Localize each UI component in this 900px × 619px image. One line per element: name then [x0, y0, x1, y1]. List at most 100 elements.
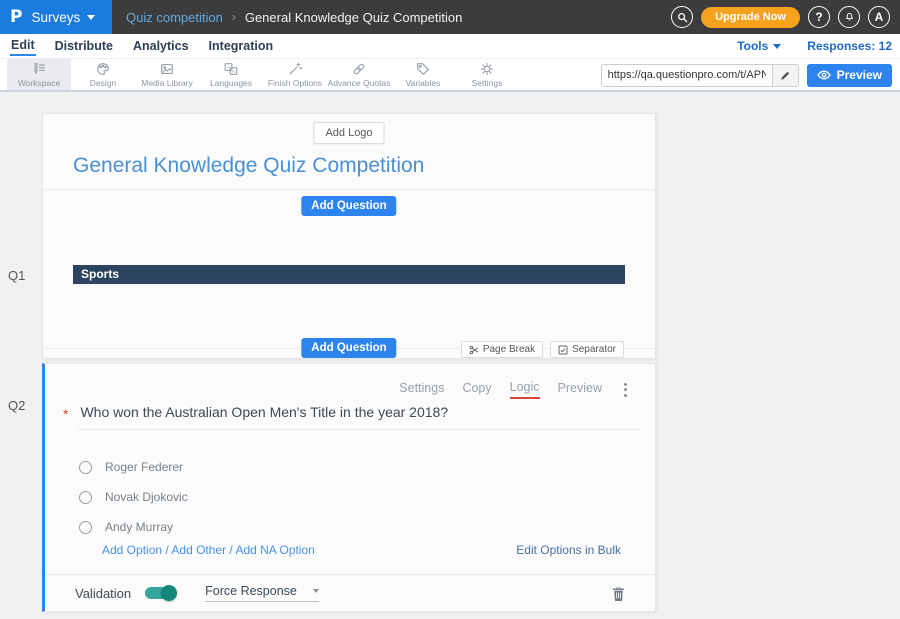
- tag-icon: [415, 61, 431, 77]
- search-button[interactable]: [671, 6, 693, 28]
- toolbar-tab-settings[interactable]: Settings: [455, 59, 519, 90]
- add-option-link[interactable]: Add Option: [102, 543, 162, 557]
- toolbar-tab-label: Media Library: [141, 78, 193, 88]
- preview-button[interactable]: Preview: [807, 64, 892, 87]
- edit-toolbar: Workspace Design Media Library x A Langu…: [0, 58, 900, 92]
- option-row: Novak Djokovic: [79, 482, 188, 512]
- more-menu-icon[interactable]: [622, 381, 629, 399]
- answer-options: Roger Federer Novak Djokovic Andy Murray: [79, 452, 188, 542]
- bell-icon: [843, 11, 856, 24]
- toolbar-tab-advance-quotas[interactable]: Advance Quotas: [327, 59, 391, 90]
- breadcrumb-parent-link[interactable]: Quiz competition: [126, 10, 223, 25]
- image-icon: [159, 61, 175, 77]
- toolbar-right: Preview: [601, 59, 892, 91]
- force-response-label: Force Response: [205, 584, 297, 598]
- add-question-button-top[interactable]: Add Question: [301, 196, 396, 216]
- toolbar-tab-variables[interactable]: Variables: [391, 59, 455, 90]
- radio-button[interactable]: [79, 491, 92, 504]
- toolbar-tab-label: Variables: [406, 78, 441, 88]
- survey-url-box: [601, 64, 799, 87]
- preview-label: Preview: [837, 68, 882, 82]
- question-text-row: * Who won the Australian Open Men's Titl…: [63, 404, 641, 430]
- breadcrumb-current: General Knowledge Quiz Competition: [245, 10, 463, 25]
- header-actions: Upgrade Now ? A: [671, 0, 890, 34]
- link-separator: /: [162, 543, 171, 557]
- scissors-icon: [469, 345, 479, 355]
- top-header: P Surveys Quiz competition › General Kno…: [0, 0, 900, 34]
- separator-button[interactable]: Separator: [550, 341, 624, 358]
- responses-count[interactable]: Responses: 12: [807, 39, 892, 53]
- toolbar-tab-languages[interactable]: x A Languages: [199, 59, 263, 90]
- survey-title[interactable]: General Knowledge Quiz Competition: [73, 154, 424, 178]
- translate-icon: x A: [223, 61, 239, 77]
- account-avatar[interactable]: A: [868, 6, 890, 28]
- toolbar-tab-design[interactable]: Design: [71, 59, 135, 90]
- survey-canvas: Q1 Q2 Add Logo General Knowledge Quiz Co…: [0, 92, 900, 619]
- question-tab-preview[interactable]: Preview: [558, 381, 602, 398]
- nav-tab-integration[interactable]: Integration: [208, 38, 275, 55]
- edit-options-in-bulk-link[interactable]: Edit Options in Bulk: [516, 543, 621, 557]
- add-question-button-bottom[interactable]: Add Question: [301, 338, 396, 358]
- nav-tab-distribute[interactable]: Distribute: [54, 38, 114, 55]
- add-option-links: Add Option / Add Other / Add NA Option: [102, 543, 315, 557]
- option-label[interactable]: Novak Djokovic: [105, 490, 188, 504]
- upgrade-now-button[interactable]: Upgrade Now: [701, 7, 800, 28]
- tools-label: Tools: [737, 39, 768, 53]
- page-break-button[interactable]: Page Break: [461, 341, 543, 358]
- toolbar-tab-label: Finish Options: [268, 78, 322, 88]
- separator-label: Separator: [572, 344, 616, 355]
- radio-button[interactable]: [79, 521, 92, 534]
- chevron-down-icon: [87, 15, 95, 20]
- add-na-option-link[interactable]: Add NA Option: [235, 543, 314, 557]
- add-other-link[interactable]: Add Other: [171, 543, 226, 557]
- force-response-dropdown[interactable]: Force Response: [205, 584, 319, 602]
- question-action-tabs: Settings Copy Logic Preview: [399, 380, 629, 399]
- edit-url-button[interactable]: [772, 64, 798, 87]
- gear-icon: [479, 61, 495, 77]
- chevron-down-icon: [313, 589, 319, 593]
- toolbar-tab-label: Workspace: [18, 78, 60, 88]
- nav-tab-edit[interactable]: Edit: [10, 37, 36, 56]
- eye-icon: [817, 70, 831, 80]
- questionpro-logo: P: [10, 7, 22, 27]
- toolbar-tab-media-library[interactable]: Media Library: [135, 59, 199, 90]
- toolbar-tab-label: Advance Quotas: [328, 78, 391, 88]
- add-logo-button[interactable]: Add Logo: [313, 122, 384, 144]
- radio-button[interactable]: [79, 461, 92, 474]
- question-tab-logic[interactable]: Logic: [510, 380, 540, 399]
- question-tab-settings[interactable]: Settings: [399, 381, 444, 398]
- page-break-label: Page Break: [483, 344, 535, 355]
- delete-question-button[interactable]: [612, 586, 625, 601]
- option-label[interactable]: Roger Federer: [105, 460, 183, 474]
- toolbar-tab-workspace[interactable]: Workspace: [7, 59, 71, 90]
- wand-icon: [287, 61, 303, 77]
- question-number-q2: Q2: [8, 398, 25, 413]
- nav-tab-analytics[interactable]: Analytics: [132, 38, 190, 55]
- nav-right: Tools Responses: 12: [737, 39, 892, 53]
- option-label[interactable]: Andy Murray: [105, 520, 173, 534]
- survey-url-input[interactable]: [602, 65, 772, 86]
- toolbar-tab-finish-options[interactable]: Finish Options: [263, 59, 327, 90]
- option-row: Andy Murray: [79, 512, 188, 542]
- toolbar-tab-label: Settings: [472, 78, 503, 88]
- breadcrumb: Quiz competition › General Knowledge Qui…: [126, 10, 462, 25]
- checkbox-icon: [558, 345, 568, 355]
- surveys-menu[interactable]: P Surveys: [0, 0, 112, 34]
- question-card-q2: Settings Copy Logic Preview * Who won th…: [42, 363, 656, 612]
- tools-dropdown[interactable]: Tools: [737, 39, 781, 53]
- avatar-initial: A: [875, 10, 884, 24]
- help-button[interactable]: ?: [808, 6, 830, 28]
- validation-label: Validation: [75, 586, 131, 601]
- toggle-knob: [161, 585, 177, 601]
- option-row: Roger Federer: [79, 452, 188, 482]
- validation-toggle[interactable]: [145, 587, 175, 599]
- search-icon: [676, 11, 689, 24]
- toolbar-tab-label: Design: [90, 78, 116, 88]
- question-tab-copy[interactable]: Copy: [462, 381, 491, 398]
- survey-header-card: Add Logo General Knowledge Quiz Competit…: [42, 113, 656, 359]
- section-header-sports[interactable]: Sports: [73, 265, 625, 284]
- notifications-button[interactable]: [838, 6, 860, 28]
- pencil-icon: [780, 70, 791, 81]
- chevron-down-icon: [773, 44, 781, 49]
- question-text-field[interactable]: Who won the Australian Open Men's Title …: [78, 404, 641, 430]
